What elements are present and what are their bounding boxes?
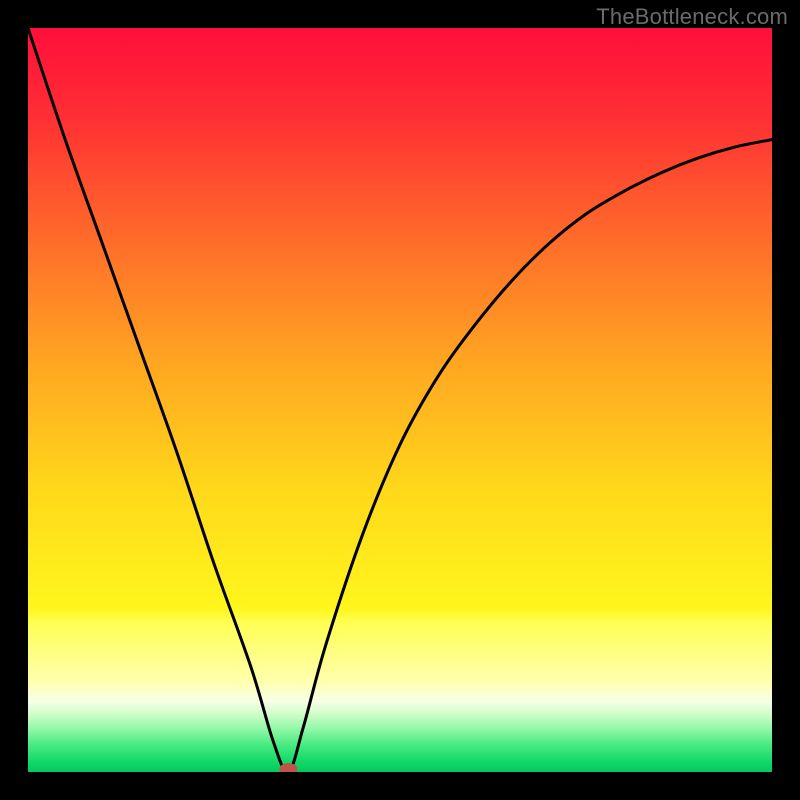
chart-frame: TheBottleneck.com xyxy=(0,0,800,800)
watermark-text: TheBottleneck.com xyxy=(596,4,788,30)
chart-svg xyxy=(28,28,772,772)
gradient-background xyxy=(28,28,772,772)
plot-area xyxy=(28,28,772,772)
